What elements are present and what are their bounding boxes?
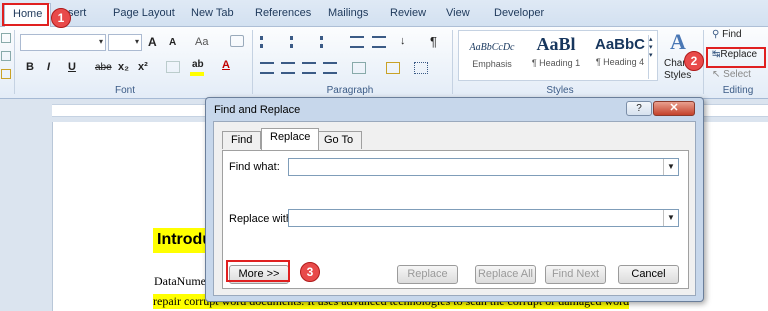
find-what-label: Find what: — [229, 161, 280, 173]
bullets-icon[interactable] — [260, 36, 274, 48]
replace-dialog-button[interactable]: Replace — [397, 265, 458, 284]
highlight-color-icon[interactable] — [190, 72, 204, 76]
dialog-title: Find and Replace — [214, 104, 301, 116]
style-name: ¶ Heading 4 — [595, 57, 645, 67]
sort-icon[interactable]: ↓ — [400, 35, 406, 47]
find-label: Find — [722, 29, 742, 40]
chevron-down-icon: ▾ — [98, 37, 103, 46]
numbering-icon[interactable] — [290, 36, 304, 48]
align-center-icon[interactable] — [281, 62, 295, 74]
paragraph-group-label: Paragraph — [326, 85, 374, 96]
tab-new-tab[interactable]: New Tab — [191, 7, 234, 19]
change-styles-label-2[interactable]: Styles — [664, 70, 691, 81]
annotation-number-1: 1 — [51, 8, 71, 28]
grow-font-button[interactable]: A — [148, 35, 157, 49]
style-emphasis[interactable]: AaBbCcDc Emphasis — [461, 33, 523, 79]
line-spacing-icon[interactable] — [352, 62, 366, 74]
subscript-button[interactable]: x₂ — [118, 61, 129, 73]
style-name: ¶ Heading 1 — [531, 58, 581, 68]
tab-mailings[interactable]: Mailings — [328, 7, 368, 19]
replace-with-label: Replace with: — [229, 213, 296, 225]
select-button[interactable]: ↖ Select — [712, 69, 751, 80]
copy-icon[interactable] — [1, 51, 11, 61]
font-size-combo[interactable]: ▾ — [108, 34, 142, 51]
italic-button[interactable]: I — [47, 61, 50, 73]
group-separator — [252, 30, 253, 94]
styles-gallery: AaBbCcDc Emphasis AaBl ¶ Heading 1 AaBbC… — [458, 30, 658, 81]
style-name: Emphasis — [472, 59, 512, 69]
chevron-down-icon[interactable]: ▼ — [663, 159, 678, 175]
style-sample: AaBl — [536, 34, 576, 54]
tab-page-layout[interactable]: Page Layout — [113, 7, 175, 19]
chevron-down-icon[interactable]: ▼ — [663, 210, 678, 226]
style-sample: AaBbC — [594, 36, 645, 53]
style-heading-1[interactable]: AaBl ¶ Heading 1 — [525, 33, 587, 79]
styles-group-label: Styles — [546, 85, 574, 96]
tab-go-to[interactable]: Go To — [315, 131, 363, 149]
clear-formatting-icon[interactable] — [230, 35, 244, 47]
underline-button[interactable]: U — [68, 61, 76, 73]
increase-indent-icon[interactable] — [372, 36, 386, 48]
annotation-number-3: 3 — [300, 262, 320, 282]
replace-with-input[interactable]: ▼ — [288, 209, 679, 227]
group-separator — [14, 30, 15, 94]
tab-references[interactable]: References — [255, 7, 311, 19]
tab-view[interactable]: View — [446, 7, 470, 19]
annotation-box-replace — [706, 47, 766, 68]
find-next-button[interactable]: Find Next — [545, 265, 606, 284]
find-what-input[interactable]: ▼ — [288, 158, 679, 176]
style-heading-4[interactable]: AaBbC ¶ Heading 4 — [589, 33, 651, 79]
multilevel-list-icon[interactable] — [320, 36, 334, 48]
highlight-label: ab — [192, 59, 204, 70]
ribbon-tab-bar: Home sert Page Layout New Tab References… — [0, 0, 768, 28]
borders-icon[interactable] — [414, 62, 428, 74]
group-separator — [452, 30, 453, 94]
find-button[interactable]: ⚲ Find — [712, 29, 742, 40]
align-right-icon[interactable] — [302, 62, 316, 74]
styles-scroll-icon[interactable]: ▴ ▾ ▾ — [648, 35, 657, 79]
style-sample: AaBbCcDc — [469, 42, 515, 53]
tab-review[interactable]: Review — [390, 7, 426, 19]
format-painter-icon[interactable] — [1, 69, 11, 79]
replace-all-button[interactable]: Replace All — [475, 265, 536, 284]
tab-developer[interactable]: Developer — [494, 7, 544, 19]
bold-button[interactable]: B — [26, 61, 34, 73]
cursor-icon: ↖ — [712, 69, 724, 80]
document-text-line-1: DataNume — [154, 274, 206, 288]
decrease-indent-icon[interactable] — [350, 36, 364, 48]
strikethrough-button[interactable]: abe — [95, 62, 112, 73]
font-color-button[interactable]: A — [222, 59, 230, 71]
shrink-font-button[interactable]: A — [169, 37, 176, 48]
tab-replace[interactable]: Replace — [261, 128, 320, 150]
close-button[interactable]: ✕ — [653, 101, 695, 116]
editing-group-label: Editing — [722, 85, 754, 96]
binoculars-icon: ⚲ — [712, 29, 723, 40]
align-left-icon[interactable] — [260, 62, 274, 74]
text-effects-icon[interactable] — [166, 61, 180, 73]
chevron-down-icon: ▾ — [134, 37, 139, 46]
change-case-button[interactable]: Aa — [195, 36, 208, 48]
annotation-box-more — [226, 260, 290, 282]
select-label: Select — [723, 69, 751, 80]
annotation-box-home — [2, 3, 49, 26]
cut-icon[interactable] — [1, 33, 11, 43]
replace-tab-panel: Find what: ▼ Replace with: ▼ More >> Rep… — [222, 150, 689, 289]
show-marks-button[interactable]: ¶ — [430, 34, 437, 49]
change-styles-icon: A — [670, 29, 686, 54]
superscript-button[interactable]: x² — [138, 61, 148, 73]
help-button[interactable]: ? — [626, 101, 652, 116]
ribbon: ▾ ▾ A A Aa B I U abe x₂ x² ab A Font ↓ ¶… — [0, 27, 768, 99]
annotation-number-2: 2 — [684, 51, 704, 71]
shading-icon[interactable] — [386, 62, 400, 74]
tab-find[interactable]: Find — [222, 131, 262, 149]
cancel-button[interactable]: Cancel — [618, 265, 679, 284]
justify-icon[interactable] — [323, 62, 337, 74]
font-group-label: Font — [114, 85, 135, 96]
font-name-combo[interactable]: ▾ — [20, 34, 106, 51]
